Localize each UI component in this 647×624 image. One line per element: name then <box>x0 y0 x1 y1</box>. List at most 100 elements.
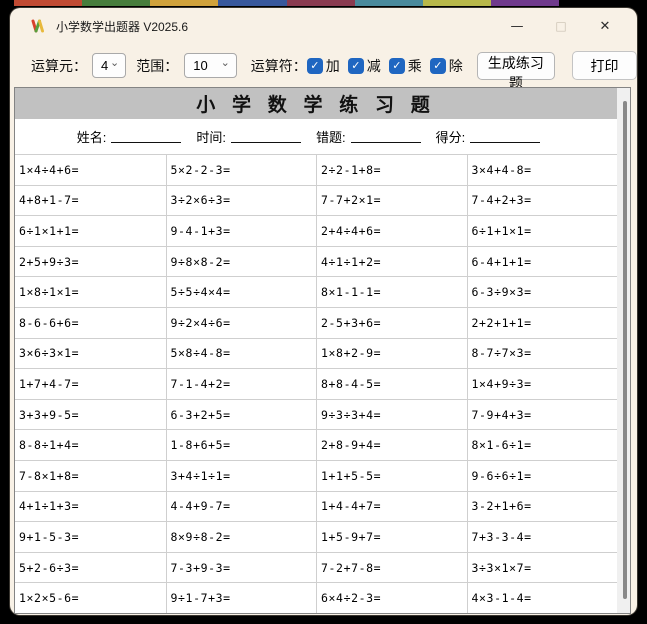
problem-cell: 2+8-9+4= <box>316 429 467 460</box>
artifact-color-segment <box>82 0 150 6</box>
artifact-color-segment <box>218 0 286 6</box>
problem-cell: 8-6-6+6= <box>15 307 166 338</box>
operators-label: 运算符： <box>251 56 307 76</box>
operator-label: 减 <box>367 56 381 76</box>
operator-checkbox-减[interactable]: ✓减 <box>348 56 381 76</box>
problem-cell: 3×6÷3×1= <box>15 338 166 369</box>
info-field: 姓名: <box>77 127 197 146</box>
titlebar: 小学数学出题器 V2025.6 — □ ✕ <box>10 8 637 44</box>
problem-cell: 5÷5÷4×4= <box>166 276 317 307</box>
minimize-button[interactable]: — <box>495 8 539 44</box>
info-field: 得分: <box>436 127 556 146</box>
problem-cell: 4×3-1-4= <box>467 582 618 613</box>
problem-cell: 8-8÷1+4= <box>15 429 166 460</box>
artifact-color-segment <box>287 0 355 6</box>
problem-cell: 9÷2×4÷6= <box>166 307 317 338</box>
operand-count-select[interactable]: 4 ⌄ <box>92 53 126 78</box>
problem-cell: 8×1-6÷1= <box>467 429 618 460</box>
problem-cell: 9+1-5-3= <box>15 521 166 552</box>
problem-cell: 3+3+9-5= <box>15 399 166 430</box>
problem-cell: 9÷8×8-2= <box>166 246 317 277</box>
problem-cell: 8×9÷8-2= <box>166 521 317 552</box>
info-field-blank-line <box>351 130 421 143</box>
problem-cell: 8-7÷7×3= <box>467 338 618 369</box>
artifact-color-segment <box>150 0 218 6</box>
operator-checkbox-乘[interactable]: ✓乘 <box>389 56 422 76</box>
problem-cell: 6-4+1+1= <box>467 246 618 277</box>
problem-cell: 7-7+2×1= <box>316 185 467 216</box>
info-field-label: 得分: <box>436 127 466 146</box>
range-value: 10 <box>193 58 207 73</box>
problem-cell: 2÷2-1+8= <box>316 154 467 185</box>
scrollbar-thumb[interactable] <box>623 101 627 599</box>
range-select[interactable]: 10 ⌄ <box>184 53 237 78</box>
maximize-button[interactable]: □ <box>539 8 583 44</box>
problem-cell: 1+1+5-5= <box>316 460 467 491</box>
background-window-artifact <box>14 0 559 6</box>
worksheet-sheet: 小 学 数 学 练 习 题 姓名:时间:错题:得分: 1×4÷4+6=5×2-2… <box>15 88 617 613</box>
problem-cell: 4÷1÷1+2= <box>316 246 467 277</box>
artifact-color-segment <box>14 0 82 6</box>
artifact-color-segment <box>355 0 423 6</box>
problem-cell: 1+5-9+7= <box>316 521 467 552</box>
problem-cell: 6-3÷9×3= <box>467 276 618 307</box>
toolbar: 运算元： 4 ⌄ 范围： 10 ⌄ 运算符： ✓加✓减✓乘✓除 生成练习题 打印 <box>10 44 637 87</box>
problem-cell: 1+7+4-7= <box>15 368 166 399</box>
app-window: 小学数学出题器 V2025.6 — □ ✕ 运算元： 4 ⌄ 范围： 10 ⌄ … <box>10 8 637 615</box>
problem-cell: 1-8+6+5= <box>166 429 317 460</box>
info-field-blank-line <box>231 130 301 143</box>
info-field-blank-line <box>470 130 540 143</box>
problem-cell: 7+3-3-4= <box>467 521 618 552</box>
info-field: 时间: <box>196 127 316 146</box>
problem-cell: 1×4+9÷3= <box>467 368 618 399</box>
operator-checkbox-加[interactable]: ✓加 <box>307 56 340 76</box>
problem-cell: 7-1-4+2= <box>166 368 317 399</box>
generate-button[interactable]: 生成练习题 <box>477 52 555 80</box>
problem-cell: 1×8+2-9= <box>316 338 467 369</box>
operator-checkbox-除[interactable]: ✓除 <box>430 56 463 76</box>
problem-cell: 1×2×5-6= <box>15 582 166 613</box>
checkbox-checked-icon[interactable]: ✓ <box>348 58 364 74</box>
operand-count-value: 4 <box>101 58 108 73</box>
print-button[interactable]: 打印 <box>572 51 637 80</box>
window-controls: — □ ✕ <box>495 8 627 44</box>
problem-cell: 6×4÷2-3= <box>316 582 467 613</box>
problem-cell: 1×8÷1×1= <box>15 276 166 307</box>
close-button[interactable]: ✕ <box>583 8 627 44</box>
problem-cell: 9-4-1+3= <box>166 215 317 246</box>
worksheet-area: 小 学 数 学 练 习 题 姓名:时间:错题:得分: 1×4÷4+6=5×2-2… <box>14 87 631 614</box>
info-field-label: 时间: <box>196 127 226 146</box>
checkbox-checked-icon[interactable]: ✓ <box>307 58 323 74</box>
problem-cell: 6÷1+1×1= <box>467 215 618 246</box>
problem-cell: 8×1-1-1= <box>316 276 467 307</box>
info-field-label: 错题: <box>316 127 346 146</box>
problem-cell: 7-3+9-3= <box>166 552 317 583</box>
checkbox-checked-icon[interactable]: ✓ <box>430 58 446 74</box>
artifact-color-segment <box>423 0 491 6</box>
problem-cell: 9÷1-7+3= <box>166 582 317 613</box>
problem-cell: 9÷3÷3+4= <box>316 399 467 430</box>
operator-label: 除 <box>449 56 463 76</box>
problem-cell: 7-2+7-8= <box>316 552 467 583</box>
problem-cell: 7-8×1+8= <box>15 460 166 491</box>
worksheet-title-band: 小 学 数 学 练 习 题 <box>15 88 617 119</box>
problem-cell: 7-4+2+3= <box>467 185 618 216</box>
info-field-blank-line <box>111 130 181 143</box>
scrollbar[interactable] <box>617 88 630 613</box>
problem-cell: 6÷1×1+1= <box>15 215 166 246</box>
problem-cell: 2+5+9÷3= <box>15 246 166 277</box>
problem-cell: 3÷3×1×7= <box>467 552 618 583</box>
problem-cell: 4+1÷1+3= <box>15 491 166 522</box>
problem-cell: 5+2-6÷3= <box>15 552 166 583</box>
problem-cell: 9-6÷6÷1= <box>467 460 618 491</box>
problem-cell: 2-5+3+6= <box>316 307 467 338</box>
info-field-label: 姓名: <box>77 127 107 146</box>
problem-cell: 5×2-2-3= <box>166 154 317 185</box>
checkbox-checked-icon[interactable]: ✓ <box>389 58 405 74</box>
problem-cell: 5×8÷4-8= <box>166 338 317 369</box>
worksheet-info-row: 姓名: 时间: 错题: 得分: <box>15 119 617 154</box>
artifact-color-segment <box>491 0 559 6</box>
chevron-down-icon: ⌄ <box>221 59 230 67</box>
problem-cell: 1+4-4+7= <box>316 491 467 522</box>
worksheet-title: 小 学 数 学 练 习 题 <box>196 90 436 117</box>
